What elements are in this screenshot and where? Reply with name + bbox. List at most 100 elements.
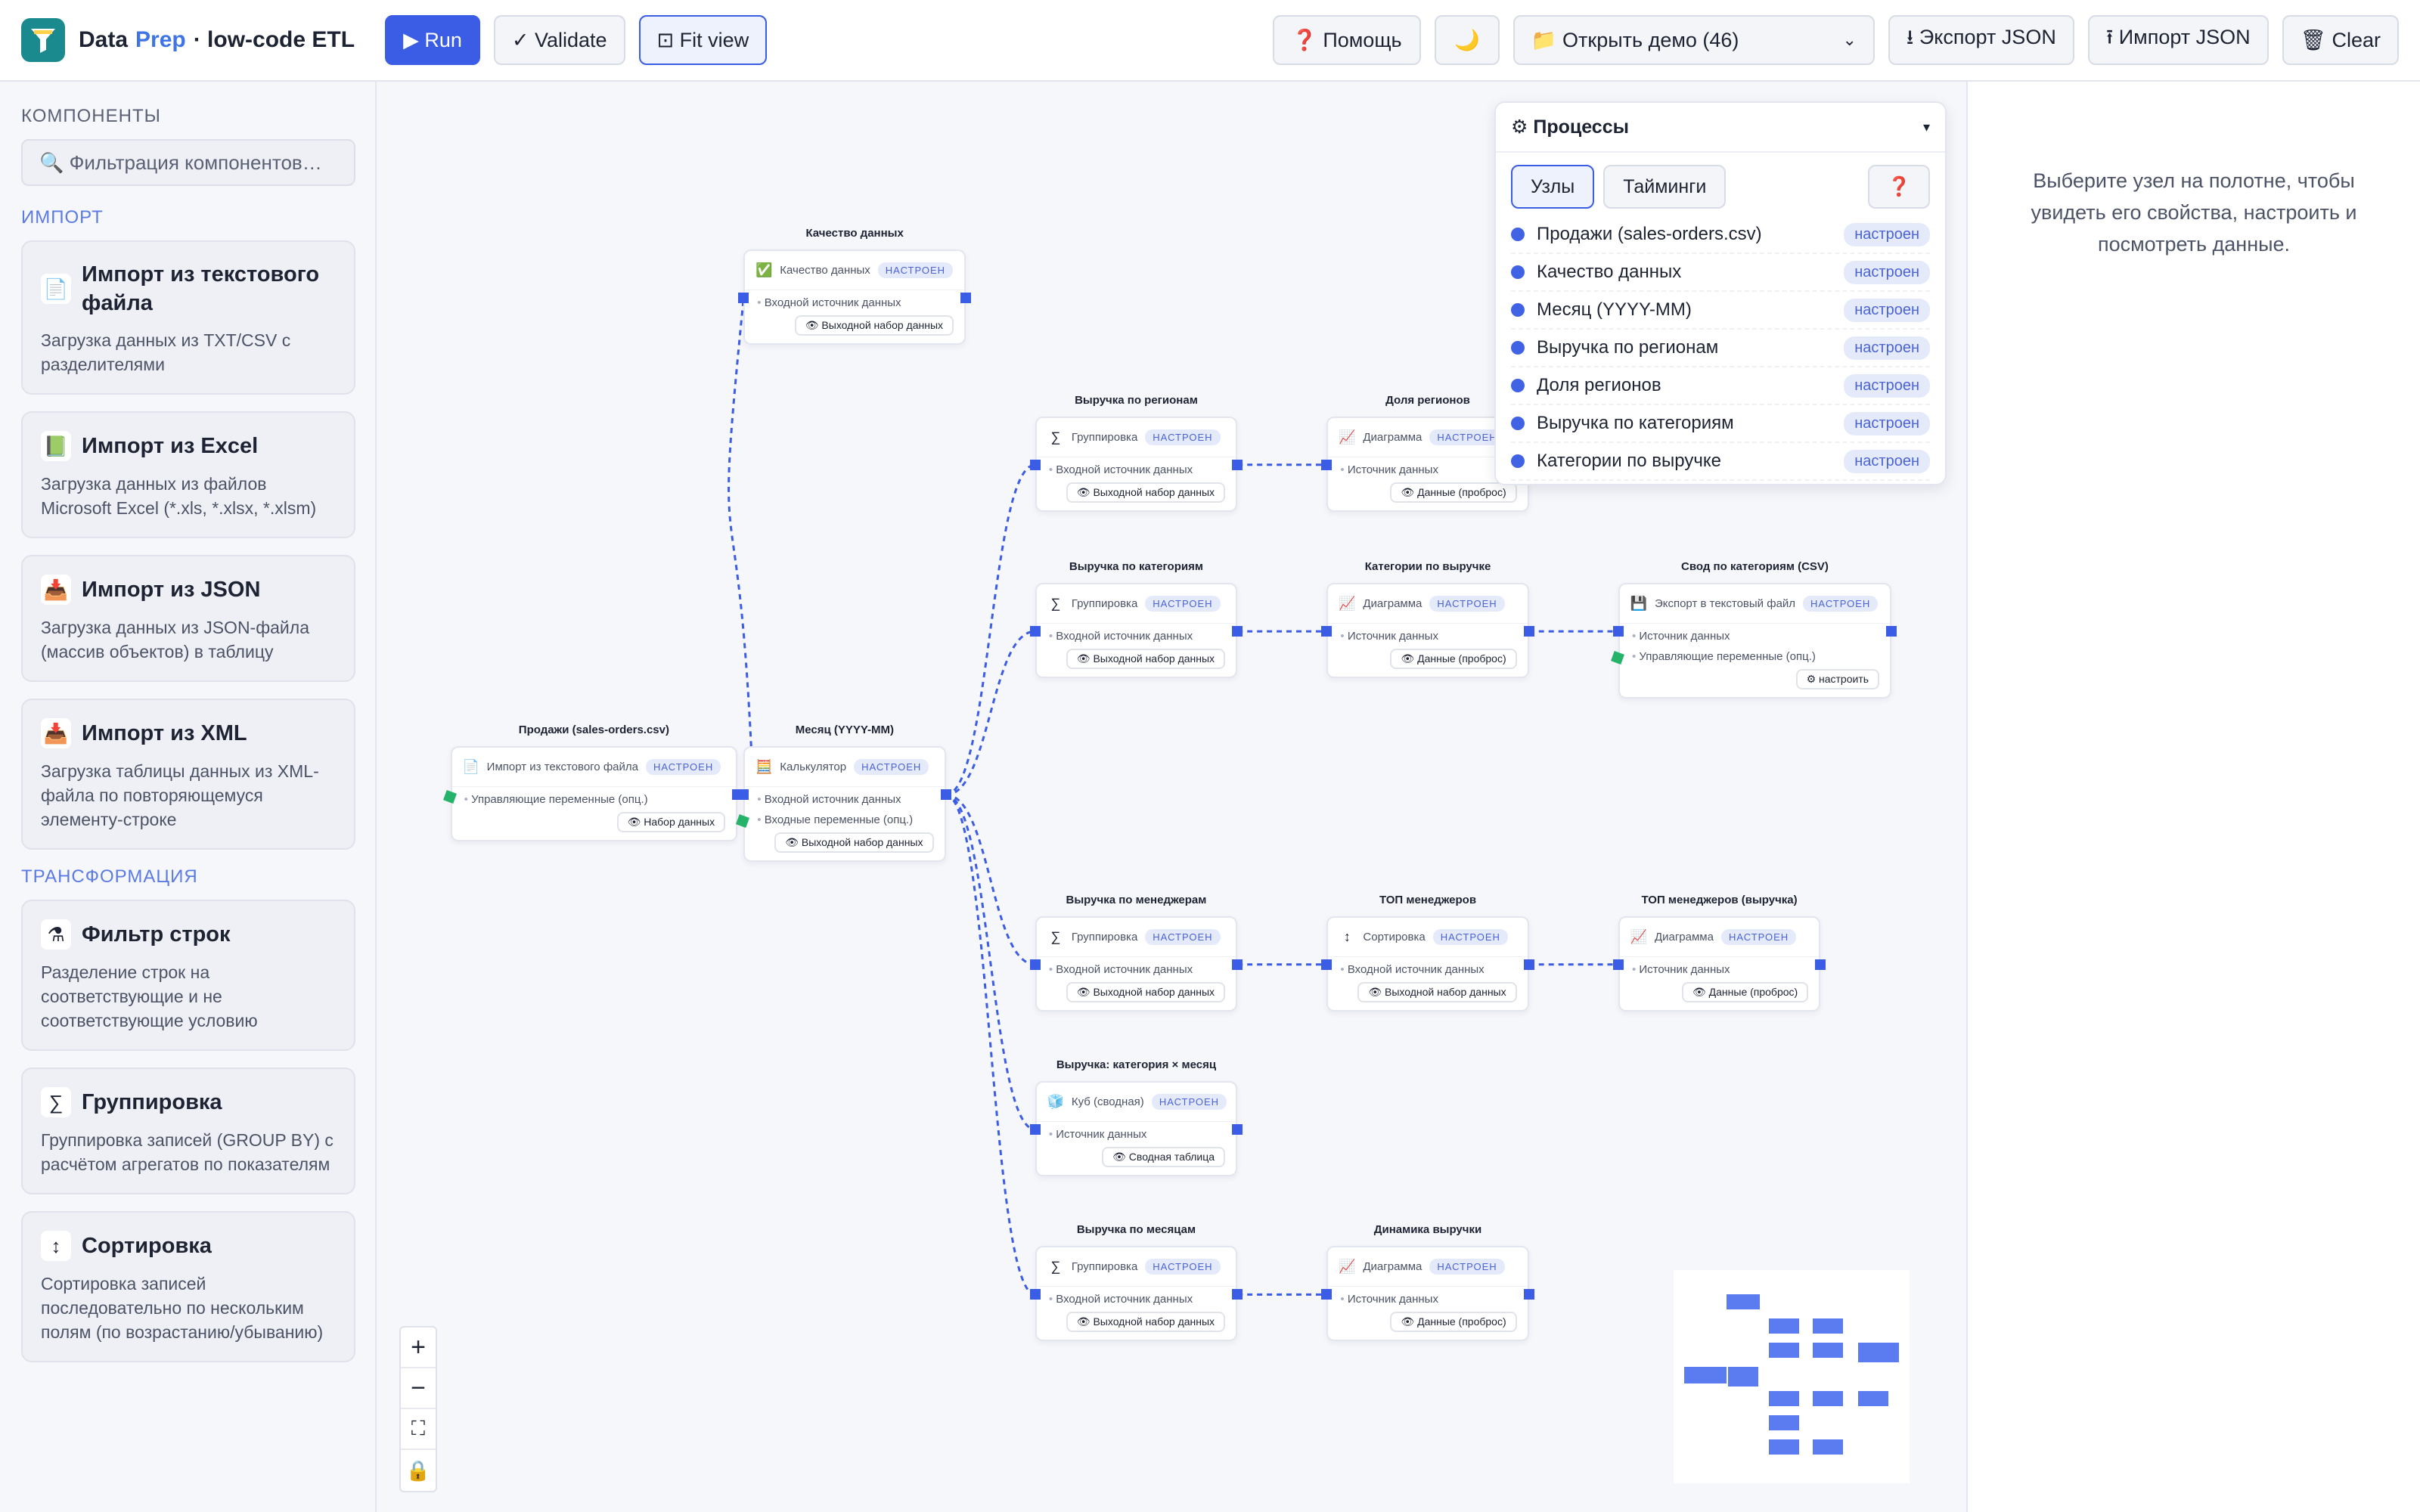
component-filter-input[interactable]: 🔍 Фильтрация компонентов… xyxy=(21,139,355,186)
component-card[interactable]: 📄 Импорт из текстового файла Загрузка да… xyxy=(21,240,355,395)
output-preview-button[interactable]: 👁 Выходной набор данных xyxy=(1066,482,1226,503)
connection-edge[interactable] xyxy=(728,298,752,747)
tab-timings[interactable]: Тайминги xyxy=(1603,165,1727,209)
component-card[interactable]: 📗 Импорт из Excel Загрузка данных из фай… xyxy=(21,411,355,538)
output-preview-button[interactable]: ⚙ настроить xyxy=(1795,669,1880,690)
connection-edge[interactable] xyxy=(945,463,1036,796)
flow-node[interactable]: ∑ Группировка НАСТРОЕН Входной источник … xyxy=(1035,1246,1238,1342)
connection-edge[interactable] xyxy=(945,793,1035,966)
output-port[interactable] xyxy=(1815,959,1826,970)
component-card[interactable]: ⚗ Фильтр строк Разделение строк на соотв… xyxy=(21,900,355,1051)
output-port[interactable] xyxy=(1523,959,1534,970)
output-preview-button[interactable]: 👁 Данные (проброс) xyxy=(1390,482,1517,503)
processes-help-button[interactable]: ❓ xyxy=(1868,165,1930,209)
flow-node[interactable]: 📈 Диаграмма НАСТРОЕН Источник данных 👁 Д… xyxy=(1326,1246,1529,1342)
help-button[interactable]: ❓ Помощь xyxy=(1272,15,1421,65)
tab-nodes[interactable]: Узлы xyxy=(1511,165,1595,209)
flow-node[interactable]: 📄 Импорт из текстового файла НАСТРОЕН Уп… xyxy=(450,746,738,842)
process-name: Выручка по категориям xyxy=(1537,413,1734,433)
process-name: Месяц (YYYY-MM) xyxy=(1537,299,1692,320)
flow-node[interactable]: 📈 Диаграмма НАСТРОЕН Источник данных 👁 Д… xyxy=(1326,583,1529,679)
flow-node[interactable]: ∑ Группировка НАСТРОЕН Входной источник … xyxy=(1035,916,1238,1012)
flow-node[interactable]: 🧊 Куб (сводная) НАСТРОЕН Источник данных… xyxy=(1035,1081,1238,1177)
flow-node[interactable]: ↕ Сортировка НАСТРОЕН Входной источник д… xyxy=(1326,916,1529,1012)
output-preview-button[interactable]: 👁 Данные (проброс) xyxy=(1390,649,1517,670)
input-port[interactable] xyxy=(1612,959,1624,970)
processes-header[interactable]: ⚙ Процессы ▾ xyxy=(1496,103,1945,153)
connection-edge[interactable] xyxy=(945,793,1036,1131)
process-item[interactable]: Продажи (sales-orders.csv) настроен xyxy=(1511,216,1930,254)
output-port[interactable] xyxy=(1232,1289,1243,1300)
flow-node[interactable]: 🧮 Калькулятор НАСТРОЕН Входной источник … xyxy=(743,746,946,863)
zoom-in-button[interactable]: + xyxy=(401,1328,436,1368)
export-json-button[interactable]: ⭳ Экспорт JSON xyxy=(1888,15,2074,65)
connection-edge[interactable] xyxy=(945,793,1036,1296)
output-preview-button[interactable]: 👁 Набор данных xyxy=(616,812,726,833)
output-preview-button[interactable]: 👁 Выходной набор данных xyxy=(1066,1312,1226,1333)
process-item[interactable]: Доля регионов настроен xyxy=(1511,367,1930,405)
input-port[interactable] xyxy=(1029,1289,1041,1300)
minimap[interactable] xyxy=(1674,1270,1910,1483)
flow-node[interactable]: ✅ Качество данных НАСТРОЕН Входной источ… xyxy=(743,249,966,345)
input-port[interactable] xyxy=(1029,626,1041,637)
connection-edge[interactable] xyxy=(945,630,1035,796)
flow-node[interactable]: 💾 Экспорт в текстовый файл НАСТРОЕН Исто… xyxy=(1618,583,1892,699)
input-port[interactable] xyxy=(1612,626,1624,637)
output-preview-button[interactable]: 👁 Данные (проброс) xyxy=(1681,981,1809,1002)
process-item[interactable]: Выручка по регионам настроен xyxy=(1511,330,1930,367)
process-item[interactable]: Месяц (YYYY-MM) настроен xyxy=(1511,292,1930,330)
node-type: Группировка xyxy=(1071,1260,1138,1274)
output-port[interactable] xyxy=(1232,1124,1243,1136)
output-port[interactable] xyxy=(1232,626,1243,637)
output-port[interactable] xyxy=(1232,959,1243,970)
input-port[interactable] xyxy=(1321,959,1333,970)
output-preview-button[interactable]: 👁 Сводная таблица xyxy=(1102,1147,1226,1168)
input-port[interactable] xyxy=(738,293,749,304)
node-output: 👁 Данные (проброс) xyxy=(1620,978,1819,1010)
minimap-node xyxy=(1769,1391,1799,1406)
component-description: Разделение строк на соответствующие и не… xyxy=(41,962,258,1030)
input-port[interactable] xyxy=(1321,1289,1333,1300)
output-preview-button[interactable]: 👁 Выходной набор данных xyxy=(1066,981,1226,1002)
output-preview-button[interactable]: 👁 Данные (проброс) xyxy=(1390,1312,1517,1333)
output-port[interactable] xyxy=(1523,626,1534,637)
input-port[interactable] xyxy=(1029,1124,1041,1136)
fit-screen-button[interactable]: ⛶ xyxy=(401,1409,436,1450)
validate-button[interactable]: ✓ Validate xyxy=(493,15,625,65)
theme-toggle-button[interactable]: 🌙 xyxy=(1434,15,1500,65)
clear-button[interactable]: 🗑 Clear xyxy=(2282,15,2399,65)
flow-canvas[interactable]: Качество данных ✅ Качество данных НАСТРО… xyxy=(378,82,1966,1512)
lock-button[interactable]: 🔒 xyxy=(401,1450,436,1491)
output-port[interactable] xyxy=(1886,626,1897,637)
component-card[interactable]: ∑ Группировка Группировка записей (GROUP… xyxy=(21,1067,355,1194)
component-card[interactable]: 📥 Импорт из JSON Загрузка данных из JSON… xyxy=(21,555,355,682)
component-card[interactable]: ↕ Сортировка Сортировка записей последов… xyxy=(21,1211,355,1362)
process-item[interactable]: Качество данных настроен xyxy=(1511,254,1930,292)
flow-node[interactable]: ∑ Группировка НАСТРОЕН Входной источник … xyxy=(1035,416,1238,512)
output-port[interactable] xyxy=(940,789,951,801)
output-preview-button[interactable]: 👁 Выходной набор данных xyxy=(1357,981,1517,1002)
node-header: ∑ Группировка НАСТРОЕН xyxy=(1036,1247,1236,1287)
import-json-button[interactable]: ⭱ Импорт JSON xyxy=(2087,15,2269,65)
open-demo-select[interactable]: 📁 Открыть демо (46) ⌄ xyxy=(1512,15,1875,65)
input-port[interactable] xyxy=(1321,626,1333,637)
zoom-out-button[interactable]: − xyxy=(401,1368,436,1409)
flow-node[interactable]: 📈 Диаграмма НАСТРОЕН Источник данных 👁 Д… xyxy=(1618,916,1821,1012)
process-item[interactable]: Выручка по категориям настроен xyxy=(1511,405,1930,443)
input-port[interactable] xyxy=(1029,459,1041,470)
output-port[interactable] xyxy=(1523,1289,1534,1300)
flow-node[interactable]: ∑ Группировка НАСТРОЕН Входной источник … xyxy=(1035,583,1238,679)
collapse-toggle-icon[interactable]: ▾ xyxy=(1923,119,1930,135)
run-button[interactable]: ▶ Run xyxy=(385,15,480,65)
process-item[interactable]: Категории по выручке настроен xyxy=(1511,443,1930,481)
component-card[interactable]: 📥 Импорт из XML Загрузка таблицы данных … xyxy=(21,699,355,850)
input-port[interactable] xyxy=(1321,459,1333,470)
output-preview-button[interactable]: 👁 Выходной набор данных xyxy=(774,832,934,854)
output-port[interactable] xyxy=(1232,459,1243,470)
output-port[interactable] xyxy=(960,293,972,304)
output-preview-button[interactable]: 👁 Выходной набор данных xyxy=(1066,649,1226,670)
fit-view-button[interactable]: ⊡ Fit view xyxy=(638,15,768,65)
input-port[interactable] xyxy=(738,789,749,801)
output-preview-button[interactable]: 👁 Выходной набор данных xyxy=(794,315,954,336)
input-port[interactable] xyxy=(1029,959,1041,970)
